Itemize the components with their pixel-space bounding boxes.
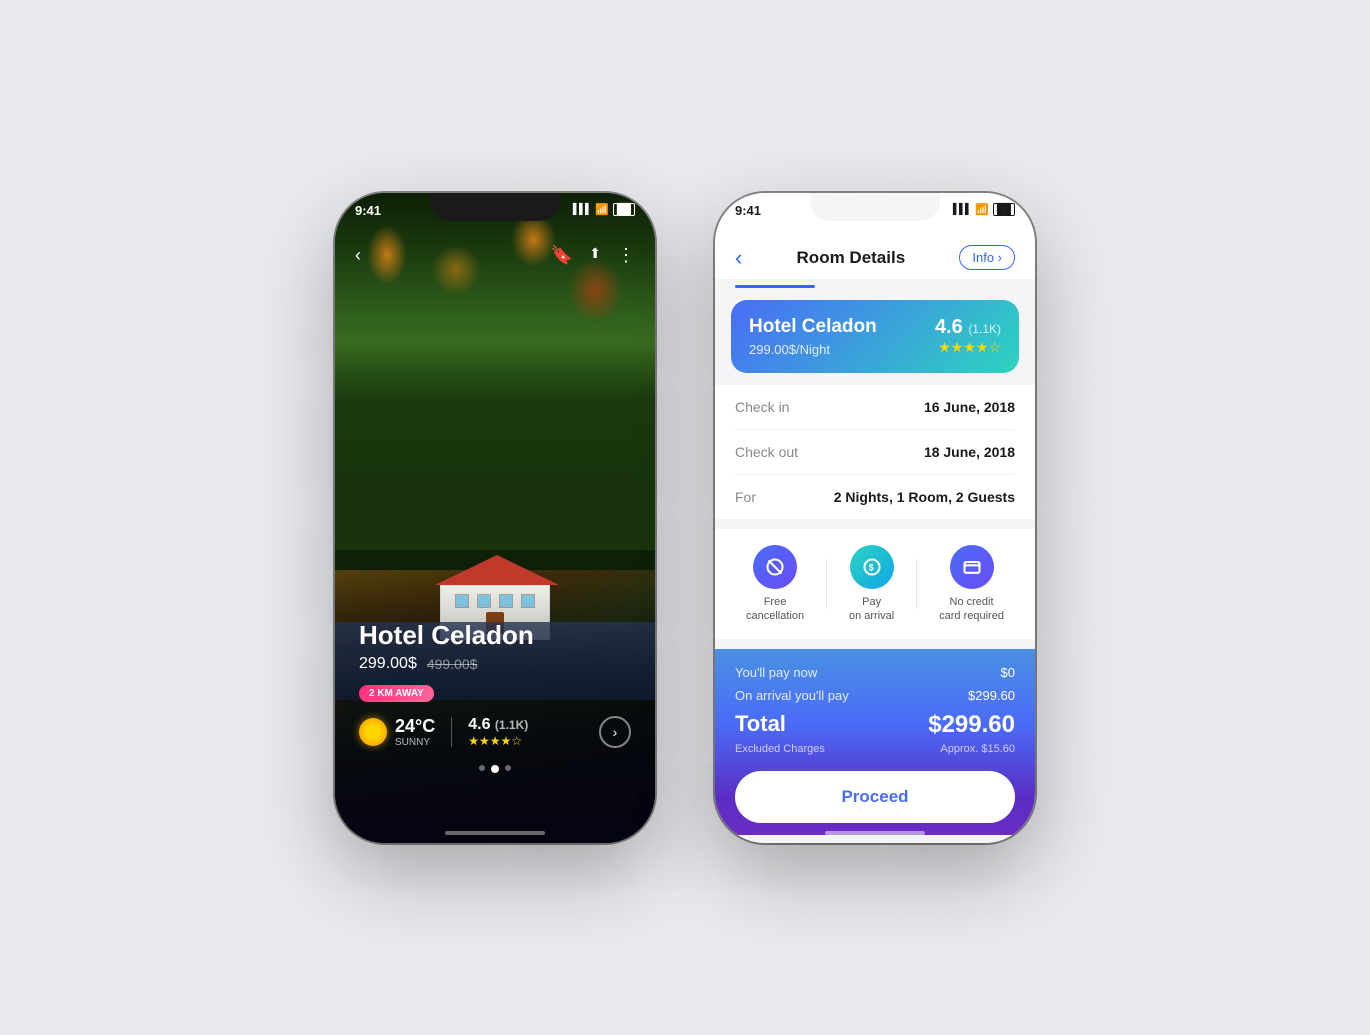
checkout-label: Check out [735,444,798,460]
amenities-row: Freecancellation $ Payon arrival [715,529,1035,640]
detail-row-checkin: Check in 16 June, 2018 [735,385,1015,430]
expand-button[interactable]: › [599,716,631,748]
checkin-label: Check in [735,399,789,415]
phones-container: 9:41 ▌▌▌ 📶 ██ [335,193,1035,843]
for-value: 2 Nights, 1 Room, 2 Guests [834,489,1015,505]
wifi-icon-white: 📶 [975,203,989,216]
dot-1[interactable] [479,765,485,771]
cancellation-label: Freecancellation [746,595,804,624]
nav-icons-right-dark: 🔖 ⬆ ⋮ [551,245,635,266]
stars-dark: ★★★★☆ [468,734,528,748]
phone-white: 9:41 ▌▌▌ 📶 ██ ‹ Room Details Info › [715,193,1035,843]
carousel-dots [479,765,511,773]
pay-arrival-row: On arrival you'll pay $299.60 [735,688,1015,703]
for-label: For [735,489,756,505]
excluded-row: Excluded Charges Approx. $15.60 [735,743,1015,755]
pay-arrival-text-label: On arrival you'll pay [735,688,849,703]
white-body[interactable]: Hotel Celadon 299.00$/Night 4.6 (1.1K) ★… [715,288,1035,843]
phone-white-content: 9:41 ▌▌▌ 📶 ██ ‹ Room Details Info › [715,193,1035,843]
weather-temp: 24°C [395,716,435,737]
pay-now-row: You'll pay now $0 [735,665,1015,680]
no-card-icon [950,545,994,589]
status-icons-dark: ▌▌▌ 📶 ██ [573,203,635,216]
hotel-price-row-dark: 299.00$ 499.00$ [359,655,631,673]
excluded-value: Approx. $15.60 [940,743,1015,755]
white-nav: ‹ Room Details Info › [715,237,1035,279]
hotel-card-price: 299.00$/Night [749,342,877,357]
hotel-card-rating: 4.6 (1.1K) [935,316,1001,339]
total-value: $299.60 [928,711,1015,739]
details-section: Check in 16 June, 2018 Check out 18 June… [715,385,1035,519]
bookmark-icon-dark[interactable]: 🔖 [551,245,573,266]
home-indicator-dark [445,831,545,835]
price-old-dark: 499.00$ [427,656,478,672]
no-card-label: No creditcard required [939,595,1004,624]
tab-indicator [735,285,815,288]
pay-now-value: $0 [1001,665,1015,680]
notch-white [810,193,940,221]
weather-details: 24°C SUNNY [395,716,435,748]
detail-row-checkout: Check out 18 June, 2018 [735,430,1015,475]
rating-info-dark: 4.6 (1.1K) ★★★★☆ [468,716,528,748]
hotel-card-right: 4.6 (1.1K) ★★★★☆ [935,316,1001,356]
dot-3[interactable] [505,765,511,771]
amenity-divider-2 [916,559,917,609]
price-current-dark: 299.00$ [359,655,417,673]
battery-icon-dark: ██ [613,203,635,216]
hotel-card-left: Hotel Celadon 299.00$/Night [749,316,877,357]
total-row: Total $299.60 [735,711,1015,739]
amenity-divider-1 [826,559,827,609]
pay-now-label: You'll pay now [735,665,817,680]
back-icon-dark[interactable]: ‹ [355,245,361,266]
pay-arrival-text-value: $299.60 [968,688,1015,703]
amenity-pay-arrival: $ Payon arrival [849,545,894,624]
amenity-free-cancellation: Freecancellation [746,545,804,624]
more-icon-dark[interactable]: ⋮ [617,245,635,266]
sun-icon [359,718,387,746]
weather-condition: SUNNY [395,737,435,748]
hotel-meta-dark: 24°C SUNNY 4.6 (1.1K) ★★★★☆ › [359,716,631,748]
hotel-card-white: Hotel Celadon 299.00$/Night 4.6 (1.1K) ★… [731,300,1019,373]
cancellation-icon [753,545,797,589]
status-time-white: 9:41 [735,203,761,218]
phone-nav-dark: ‹ 🔖 ⬆ ⋮ [335,237,655,274]
hotel-card-name: Hotel Celadon [749,316,877,338]
meta-divider [451,717,452,747]
tree-shadow [335,323,655,551]
weather-info: 24°C SUNNY [359,716,435,748]
page-title-white: Room Details [797,248,906,268]
home-indicator-white [825,831,925,835]
hotel-info-overlay: Hotel Celadon 299.00$ 499.00$ 2 KM AWAY … [335,620,655,748]
signal-icon-white: ▌▌▌ [953,204,971,215]
back-button-white[interactable]: ‹ [735,245,742,271]
status-time-dark: 9:41 [355,203,381,218]
rating-number-dark: 4.6 (1.1K) [468,716,528,734]
total-label: Total [735,711,786,737]
battery-icon-white: ██ [993,203,1015,216]
pay-arrival-icon: $ [850,545,894,589]
checkin-value: 16 June, 2018 [924,399,1015,415]
checkout-value: 18 June, 2018 [924,444,1015,460]
pay-arrival-label: Payon arrival [849,595,894,624]
house-roof [435,555,559,585]
proceed-button[interactable]: Proceed [735,771,1015,823]
signal-icon-dark: ▌▌▌ [573,204,591,215]
wifi-icon-dark: 📶 [595,203,609,216]
info-button[interactable]: Info › [959,245,1015,270]
distance-badge: 2 KM AWAY [359,685,434,702]
payment-section: You'll pay now $0 On arrival you'll pay … [715,649,1035,835]
svg-text:$: $ [868,562,873,572]
share-icon-dark[interactable]: ⬆ [589,245,601,266]
amenity-no-card: No creditcard required [939,545,1004,624]
status-icons-white: ▌▌▌ 📶 ██ [953,203,1015,216]
hotel-background: ‹ 🔖 ⬆ ⋮ Hotel Celadon 299.00$ 499.00$ 2 … [335,193,655,843]
hotel-card-stars: ★★★★☆ [935,339,1001,356]
hotel-name-dark: Hotel Celadon [359,620,631,651]
phone-dark: 9:41 ▌▌▌ 📶 ██ [335,193,655,843]
detail-row-for: For 2 Nights, 1 Room, 2 Guests [735,475,1015,519]
excluded-label: Excluded Charges [735,743,825,755]
notch-dark [430,193,560,221]
dot-2-active[interactable] [491,765,499,773]
